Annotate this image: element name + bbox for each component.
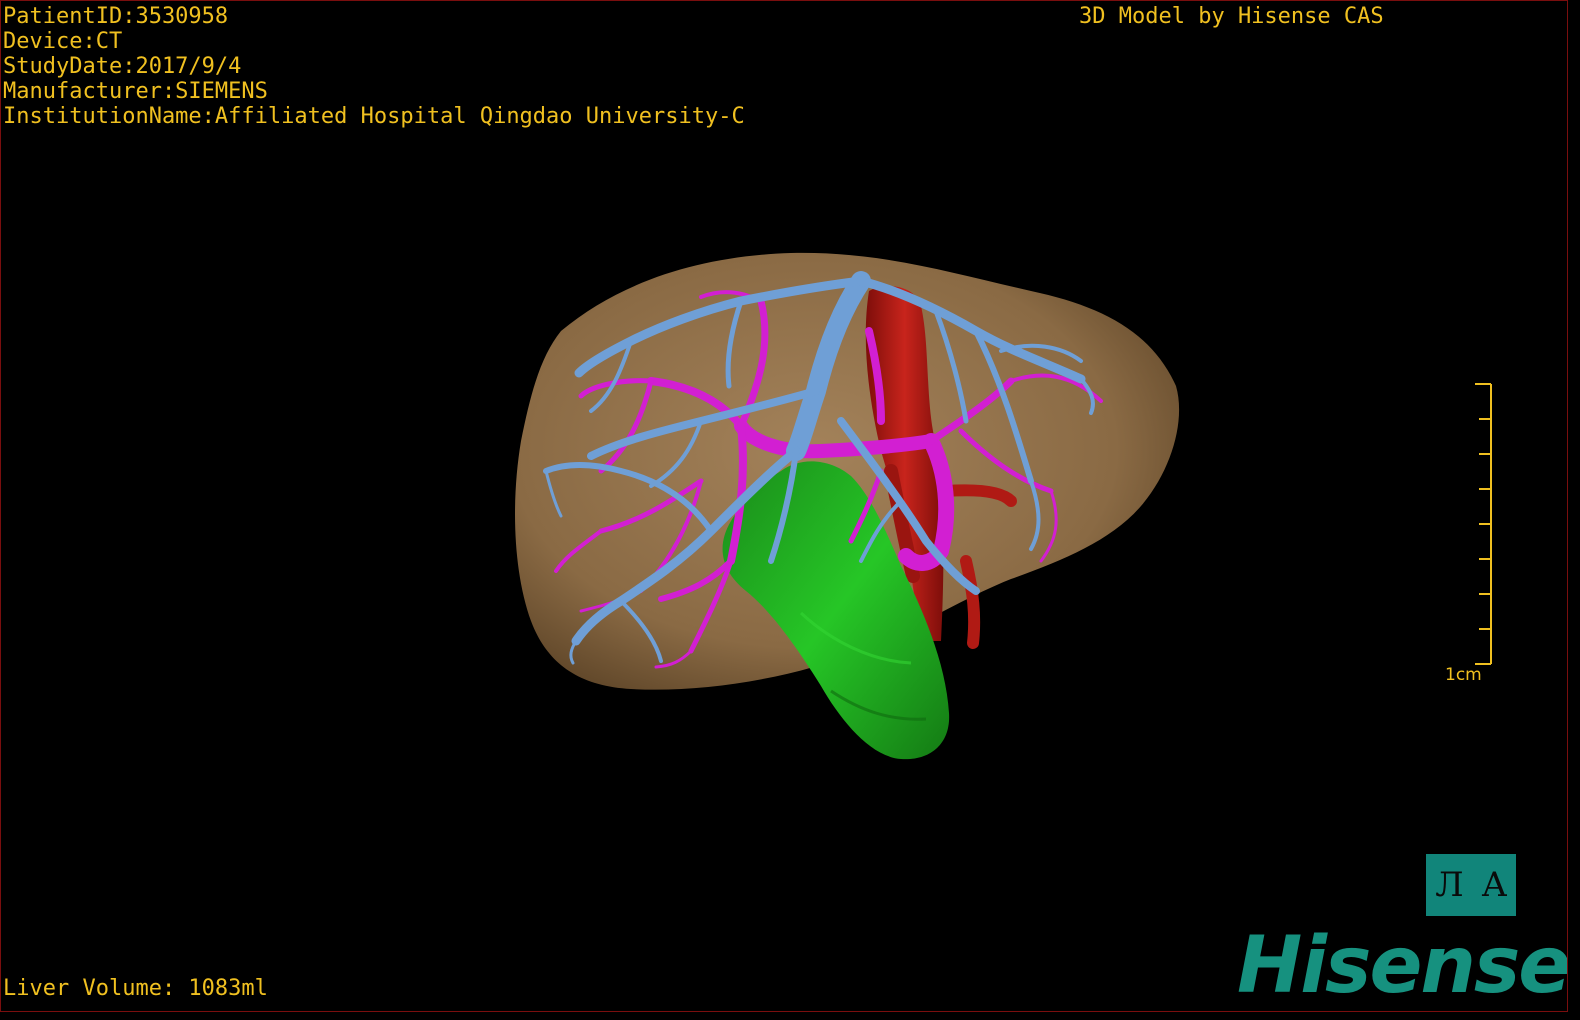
hisense-logo: Hisense xyxy=(1237,921,1568,1011)
study-date: StudyDate:2017/9/4 xyxy=(3,54,242,79)
liver-volume: Liver Volume: 1083ml xyxy=(3,976,268,1001)
device: Device:CT xyxy=(3,29,123,54)
institution-name: InstitutionName:Affiliated Hospital Qing… xyxy=(3,104,745,129)
orientation-anterior-icon: A xyxy=(1482,865,1507,905)
scale-bar xyxy=(1475,383,1492,665)
orientation-widget[interactable]: Л A xyxy=(1426,854,1516,916)
patient-id: PatientID:3530958 xyxy=(3,4,229,29)
liver-3d-model[interactable] xyxy=(1,1,1568,1012)
scale-bar-label: 1cm xyxy=(1445,665,1482,685)
manufacturer: Manufacturer:SIEMENS xyxy=(3,79,268,104)
3d-viewport[interactable]: PatientID:3530958 Device:CT StudyDate:20… xyxy=(0,0,1568,1012)
orientation-left-icon: Л xyxy=(1435,865,1464,905)
model-credit: 3D Model by Hisense CAS xyxy=(1079,4,1384,29)
